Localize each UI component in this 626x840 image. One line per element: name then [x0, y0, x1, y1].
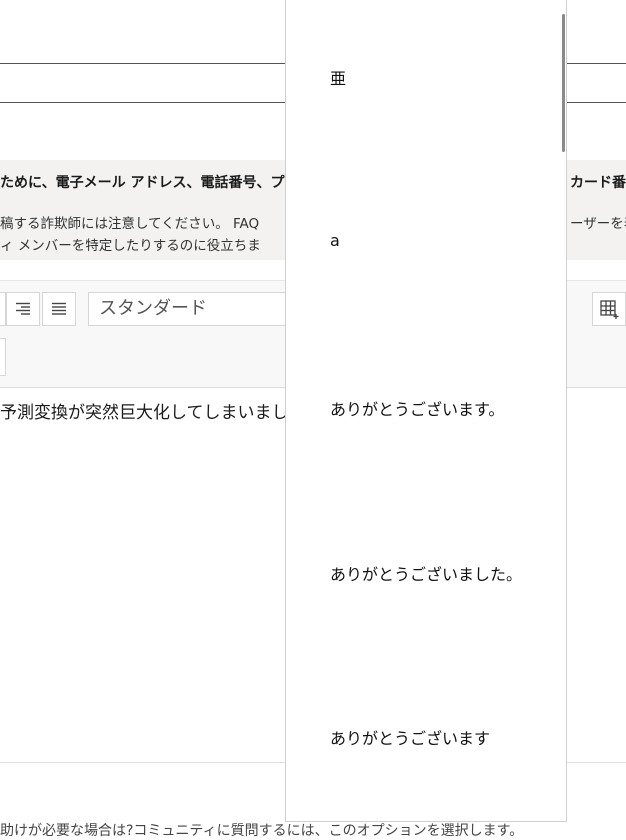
- paragraph-style-select[interactable]: スタンダード: [88, 292, 298, 326]
- align-justify-button[interactable]: [42, 292, 76, 326]
- privacy-notice-line-1-tail: ーザーを表: [570, 216, 626, 232]
- insert-table-button[interactable]: [592, 292, 626, 326]
- table-icon: [600, 300, 619, 319]
- align-right-icon: [16, 302, 30, 315]
- align-justify-icon: [52, 302, 66, 315]
- privacy-notice-title-tail: カード番: [570, 175, 626, 191]
- align-right-button[interactable]: [6, 292, 40, 326]
- ime-scrollbar-thumb[interactable]: [562, 14, 565, 152]
- ime-candidate-2[interactable]: a: [330, 231, 340, 250]
- ime-candidate-5[interactable]: ありがとうございます: [330, 725, 490, 749]
- editor-body-text[interactable]: 予測変換が突然巨大化してしまいまし: [0, 398, 289, 423]
- privacy-notice-line-1: 稿する詐欺師には注意してください。 FAQ: [0, 216, 260, 232]
- ime-candidate-3[interactable]: ありがとうございます。: [330, 396, 504, 420]
- ime-candidate-panel: 亜 a ありがとうございます。 ありがとうございました。 ありがとうございます: [285, 0, 567, 822]
- privacy-notice-line-2: ィ メンバーを特定したりするのに役立ちま: [0, 238, 261, 254]
- ime-candidate-4[interactable]: ありがとうございました。: [330, 561, 522, 585]
- privacy-notice-title: ために、電子メール アドレス、電話番号、プ: [0, 175, 285, 191]
- question-option-text: 助けが必要な場合は?コミュニティに質問するには、このオプションを選択します。: [0, 823, 524, 839]
- ime-candidate-1[interactable]: 亜: [330, 65, 346, 89]
- toolbar-row2-button[interactable]: [0, 338, 6, 376]
